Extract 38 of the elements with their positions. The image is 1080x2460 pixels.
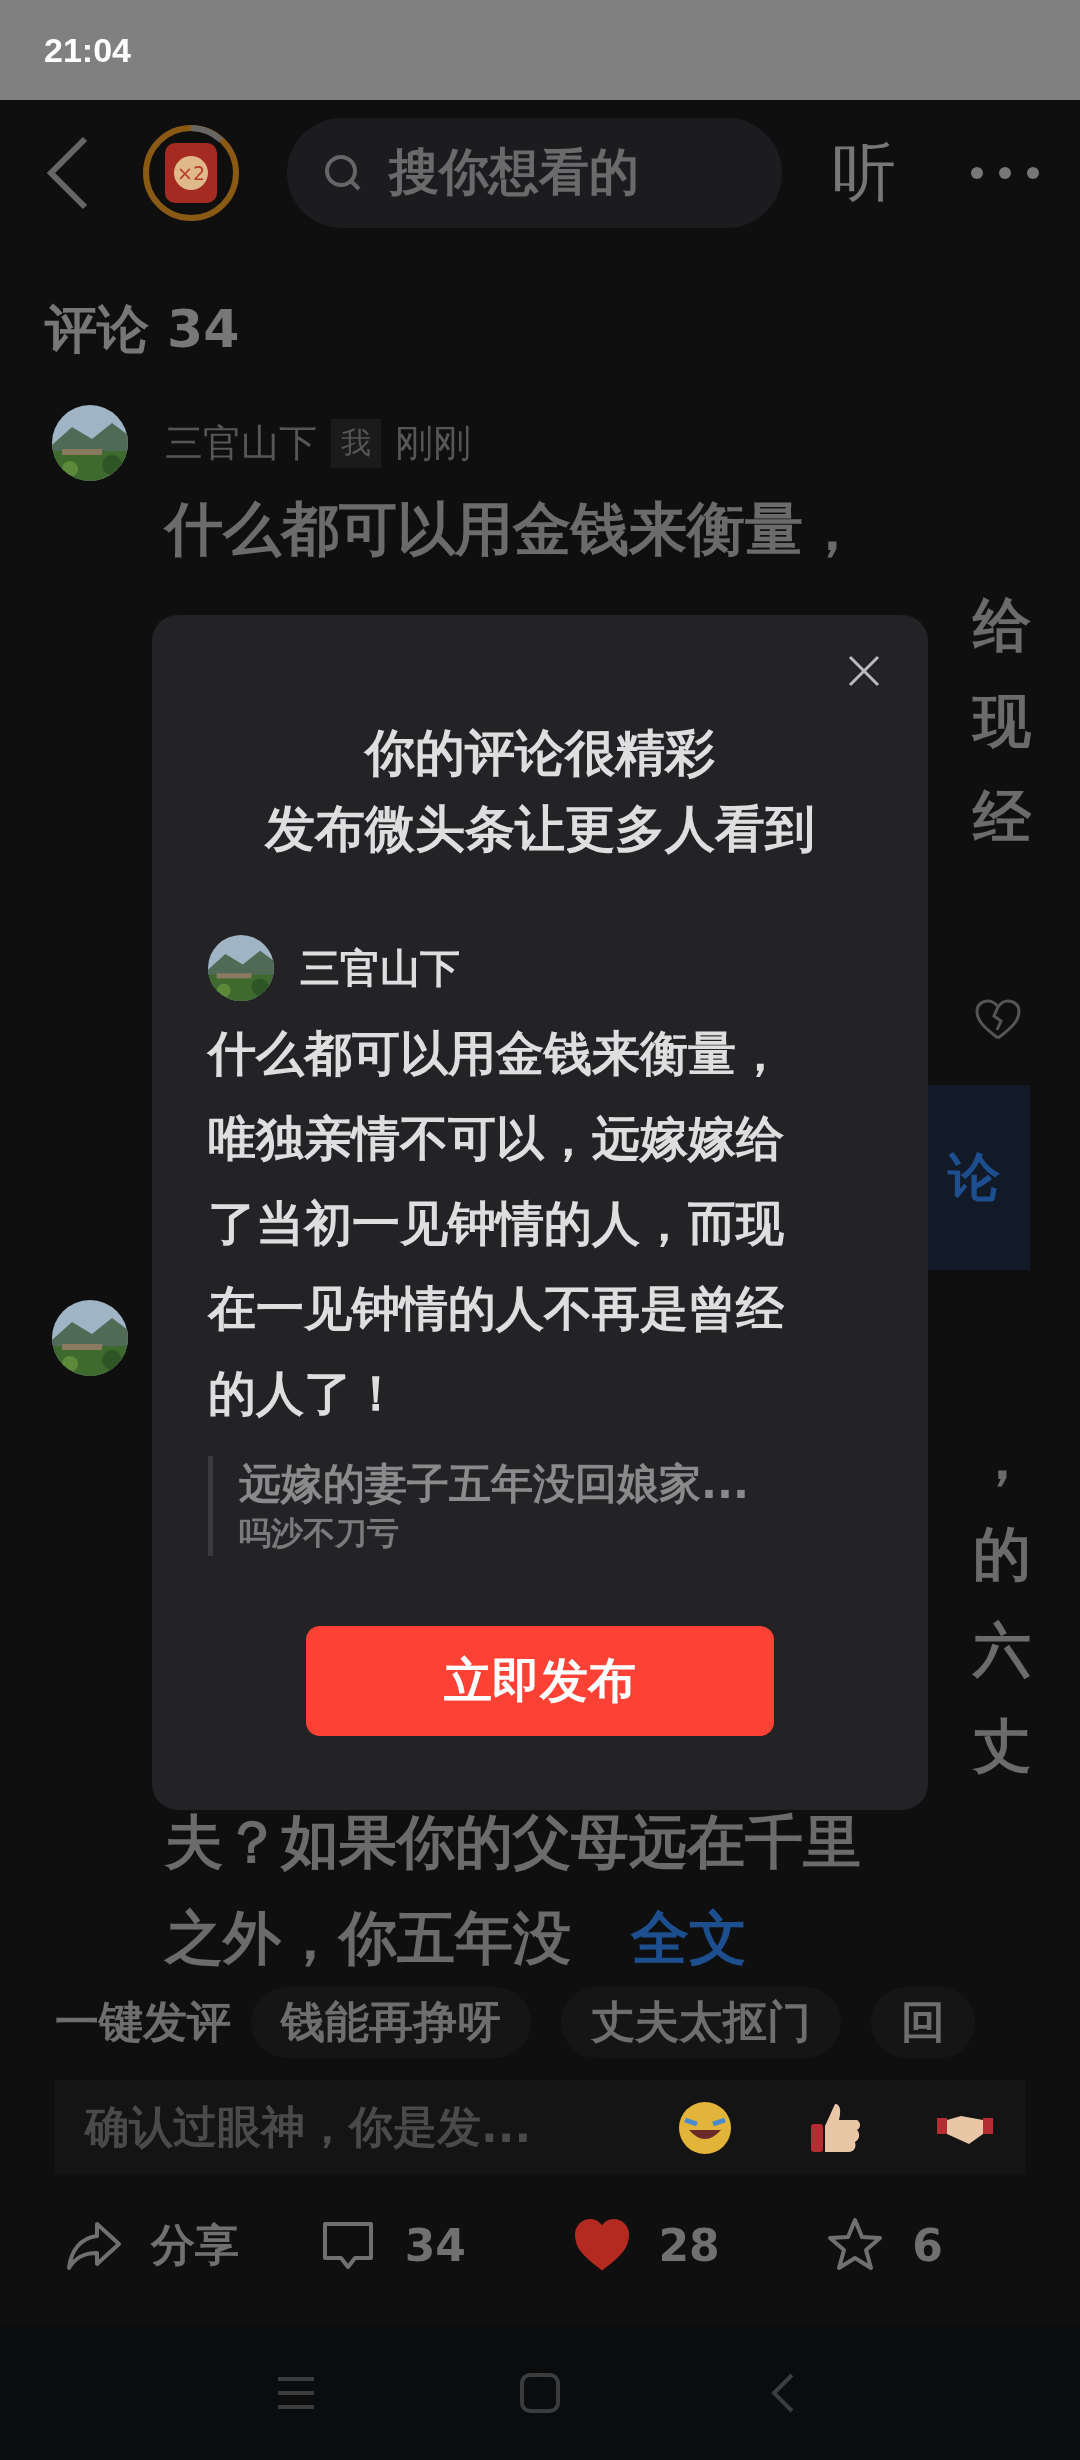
comment-text: 经 — [973, 782, 1031, 853]
quick-reply-chip[interactable]: 丈夫太抠门 — [561, 1986, 841, 2058]
article-title: 远嫁的妻子五年没回娘家... — [239, 1458, 750, 1510]
comment-label[interactable]: 34 — [404, 2219, 466, 2271]
comment-text: 的 — [973, 1519, 1031, 1590]
quick-reply-label[interactable]: 一键发评 — [55, 1992, 231, 2052]
author-name[interactable]: 三官山下 — [165, 417, 317, 469]
comment-text: 什么都可以用金钱来衡量，唯独亲情不可以，远嫁嫁给了当初一见钟情的人，而现在一见钟情的人不再是曾经的人了！ — [208, 1024, 785, 1423]
author-name: 三官山下 — [300, 943, 460, 993]
search-field[interactable]: 搜你想看的 — [287, 117, 782, 228]
share-label[interactable]: 分享 — [151, 2215, 239, 2275]
quick-reply-chip[interactable]: 回 — [871, 1986, 975, 2058]
comment-text: 现 — [973, 686, 1031, 757]
comment-text: 六 — [973, 1615, 1031, 1686]
favorite-label[interactable]: 6 — [912, 2219, 943, 2271]
broken-heart-icon[interactable] — [974, 998, 1022, 1042]
listen-button[interactable]: 听 — [832, 129, 896, 216]
comment-text: 给 — [973, 590, 1031, 661]
like-label[interactable]: 28 — [658, 2219, 720, 2271]
reward-badge[interactable]: ×2 — [141, 122, 241, 223]
full-text-link[interactable]: 全文 — [631, 1890, 747, 1986]
comment-text: 什么都可以用金钱来衡量， — [165, 494, 861, 565]
status-time: 21:04 — [44, 30, 131, 70]
quick-reply-chip[interactable]: 钱能再挣呀 — [251, 1986, 531, 2058]
dialog-title: 你的评论很精彩 — [362, 723, 716, 784]
publish-button[interactable]: 立即发布 — [306, 1626, 774, 1736]
comment-text: 丈 — [973, 1711, 1031, 1782]
comment-text: 夫？如果你的父母远在千里 — [165, 1807, 861, 1878]
search-icon — [323, 152, 363, 193]
comment-time: 刚刚 — [395, 419, 471, 467]
comments-heading: 评论 34 — [45, 298, 241, 361]
comment-text: ， — [973, 1423, 1031, 1494]
more-icon[interactable] — [970, 164, 1040, 181]
close-icon[interactable] — [848, 655, 880, 687]
me-tag: 我 — [331, 418, 381, 468]
article-subtitle: 吗沙不刀亏 — [239, 1513, 400, 1554]
comment-text: 之外，你五年没 — [165, 1903, 571, 1974]
dialog-title: 发布微头条让更多人看到 — [263, 799, 816, 860]
